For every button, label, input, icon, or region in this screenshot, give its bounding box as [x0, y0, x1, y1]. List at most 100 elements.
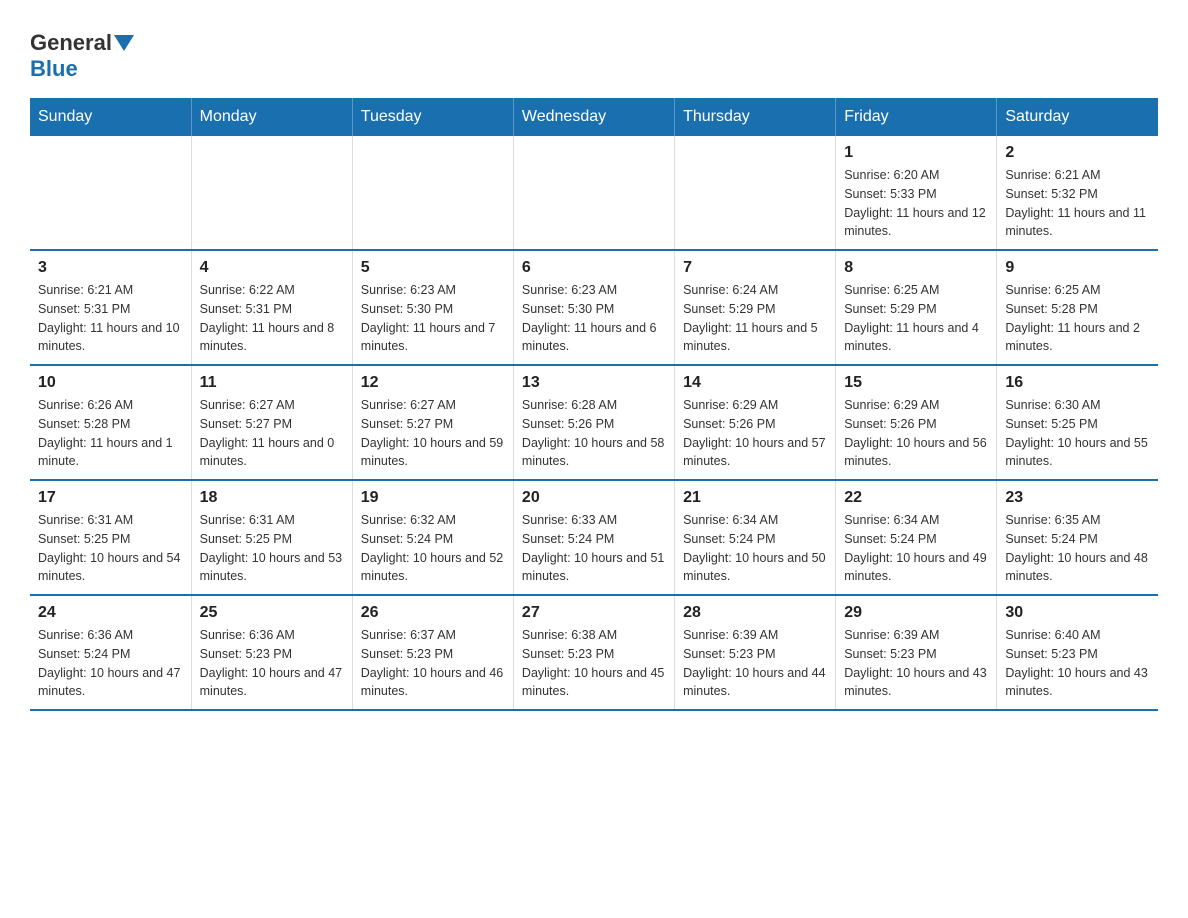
sun-info: Sunrise: 6:38 AMSunset: 5:23 PMDaylight:…	[522, 626, 666, 701]
day-number: 22	[844, 489, 988, 507]
calendar-cell: 13Sunrise: 6:28 AMSunset: 5:26 PMDayligh…	[513, 365, 674, 480]
calendar-cell: 12Sunrise: 6:27 AMSunset: 5:27 PMDayligh…	[352, 365, 513, 480]
calendar-cell	[513, 136, 674, 250]
calendar-cell: 25 Sunrise: 6:36 AMSunset: 5:23 PMDayligh…	[191, 595, 352, 710]
day-number: 5	[361, 259, 505, 277]
header-friday: Friday	[836, 98, 997, 136]
sun-info: Sunrise: 6:34 AMSunset: 5:24 PMDaylight:…	[683, 511, 827, 586]
logo: General Blue	[30, 30, 136, 82]
sun-info: Sunrise: 6:31 AMSunset: 5:25 PMDaylight:…	[38, 511, 183, 586]
sun-info: Sunrise: 6:23 AMSunset: 5:30 PMDaylight:…	[361, 281, 505, 356]
sun-info: Sunrise: 6:37 AMSunset: 5:23 PMDaylight:…	[361, 626, 505, 701]
calendar-cell: 20 Sunrise: 6:33 AMSunset: 5:24 PMDayligh…	[513, 480, 674, 595]
sun-info: Sunrise: 6:22 AMSunset: 5:31 PMDaylight:…	[200, 281, 344, 356]
calendar-cell: 29 Sunrise: 6:39 AMSunset: 5:23 PMDayligh…	[836, 595, 997, 710]
week-row-3: 10 Sunrise: 6:26 AMSunset: 5:28 PMDayligh…	[30, 365, 1158, 480]
day-number: 11	[200, 374, 344, 392]
header-tuesday: Tuesday	[352, 98, 513, 136]
day-number: 12	[361, 374, 505, 392]
calendar-cell: 5 Sunrise: 6:23 AMSunset: 5:30 PMDaylight…	[352, 250, 513, 365]
calendar-cell: 30 Sunrise: 6:40 AMSunset: 5:23 PMDayligh…	[997, 595, 1158, 710]
header-sunday: Sunday	[30, 98, 191, 136]
calendar-cell: 11 Sunrise: 6:27 AMSunset: 5:27 PMDayligh…	[191, 365, 352, 480]
calendar-cell: 22 Sunrise: 6:34 AMSunset: 5:24 PMDayligh…	[836, 480, 997, 595]
day-number: 15	[844, 374, 988, 392]
header: General Blue	[30, 20, 1158, 82]
calendar-cell	[352, 136, 513, 250]
week-row-2: 3Sunrise: 6:21 AMSunset: 5:31 PMDaylight…	[30, 250, 1158, 365]
calendar-cell: 14 Sunrise: 6:29 AMSunset: 5:26 PMDayligh…	[675, 365, 836, 480]
day-number: 16	[1005, 374, 1150, 392]
day-number: 1	[844, 144, 988, 162]
calendar-cell: 26Sunrise: 6:37 AMSunset: 5:23 PMDayligh…	[352, 595, 513, 710]
sun-info: Sunrise: 6:29 AMSunset: 5:26 PMDaylight:…	[683, 396, 827, 471]
calendar-cell: 10 Sunrise: 6:26 AMSunset: 5:28 PMDayligh…	[30, 365, 191, 480]
calendar-cell: 19Sunrise: 6:32 AMSunset: 5:24 PMDayligh…	[352, 480, 513, 595]
sun-info: Sunrise: 6:25 AMSunset: 5:29 PMDaylight:…	[844, 281, 988, 356]
header-wednesday: Wednesday	[513, 98, 674, 136]
day-number: 25	[200, 604, 344, 622]
header-thursday: Thursday	[675, 98, 836, 136]
weekday-header-row: SundayMondayTuesdayWednesdayThursdayFrid…	[30, 98, 1158, 136]
logo-triangle-icon	[114, 31, 136, 53]
calendar-cell: 7 Sunrise: 6:24 AMSunset: 5:29 PMDaylight…	[675, 250, 836, 365]
day-number: 28	[683, 604, 827, 622]
day-number: 21	[683, 489, 827, 507]
calendar-cell: 8 Sunrise: 6:25 AMSunset: 5:29 PMDaylight…	[836, 250, 997, 365]
day-number: 27	[522, 604, 666, 622]
day-number: 14	[683, 374, 827, 392]
calendar-cell: 18Sunrise: 6:31 AMSunset: 5:25 PMDayligh…	[191, 480, 352, 595]
day-number: 24	[38, 604, 183, 622]
calendar-cell: 1 Sunrise: 6:20 AMSunset: 5:33 PMDaylight…	[836, 136, 997, 250]
day-number: 4	[200, 259, 344, 277]
sun-info: Sunrise: 6:25 AMSunset: 5:28 PMDaylight:…	[1005, 281, 1150, 356]
day-number: 13	[522, 374, 666, 392]
day-number: 9	[1005, 259, 1150, 277]
sun-info: Sunrise: 6:32 AMSunset: 5:24 PMDaylight:…	[361, 511, 505, 586]
sun-info: Sunrise: 6:36 AMSunset: 5:24 PMDaylight:…	[38, 626, 183, 701]
day-number: 8	[844, 259, 988, 277]
calendar-cell	[675, 136, 836, 250]
sun-info: Sunrise: 6:21 AMSunset: 5:32 PMDaylight:…	[1005, 166, 1150, 241]
calendar-cell: 2 Sunrise: 6:21 AMSunset: 5:32 PMDaylight…	[997, 136, 1158, 250]
day-number: 20	[522, 489, 666, 507]
sun-info: Sunrise: 6:29 AMSunset: 5:26 PMDaylight:…	[844, 396, 988, 471]
sun-info: Sunrise: 6:24 AMSunset: 5:29 PMDaylight:…	[683, 281, 827, 356]
sun-info: Sunrise: 6:27 AMSunset: 5:27 PMDaylight:…	[200, 396, 344, 471]
day-number: 17	[38, 489, 183, 507]
sun-info: Sunrise: 6:30 AMSunset: 5:25 PMDaylight:…	[1005, 396, 1150, 471]
calendar-cell	[191, 136, 352, 250]
sun-info: Sunrise: 6:39 AMSunset: 5:23 PMDaylight:…	[683, 626, 827, 701]
calendar-cell: 27 Sunrise: 6:38 AMSunset: 5:23 PMDayligh…	[513, 595, 674, 710]
sun-info: Sunrise: 6:33 AMSunset: 5:24 PMDaylight:…	[522, 511, 666, 586]
calendar-cell: 4 Sunrise: 6:22 AMSunset: 5:31 PMDaylight…	[191, 250, 352, 365]
header-saturday: Saturday	[997, 98, 1158, 136]
calendar-cell	[30, 136, 191, 250]
day-number: 7	[683, 259, 827, 277]
day-number: 3	[38, 259, 183, 277]
sun-info: Sunrise: 6:26 AMSunset: 5:28 PMDaylight:…	[38, 396, 183, 471]
sun-info: Sunrise: 6:36 AMSunset: 5:23 PMDaylight:…	[200, 626, 344, 701]
calendar-cell: 3Sunrise: 6:21 AMSunset: 5:31 PMDaylight…	[30, 250, 191, 365]
day-number: 2	[1005, 144, 1150, 162]
calendar-cell: 24 Sunrise: 6:36 AMSunset: 5:24 PMDayligh…	[30, 595, 191, 710]
calendar-cell: 23 Sunrise: 6:35 AMSunset: 5:24 PMDayligh…	[997, 480, 1158, 595]
calendar-cell: 17 Sunrise: 6:31 AMSunset: 5:25 PMDayligh…	[30, 480, 191, 595]
day-number: 23	[1005, 489, 1150, 507]
calendar-cell: 21 Sunrise: 6:34 AMSunset: 5:24 PMDayligh…	[675, 480, 836, 595]
day-number: 30	[1005, 604, 1150, 622]
sun-info: Sunrise: 6:31 AMSunset: 5:25 PMDaylight:…	[200, 511, 344, 586]
day-number: 6	[522, 259, 666, 277]
calendar-table: SundayMondayTuesdayWednesdayThursdayFrid…	[30, 98, 1158, 711]
week-row-5: 24 Sunrise: 6:36 AMSunset: 5:24 PMDayligh…	[30, 595, 1158, 710]
week-row-1: 1 Sunrise: 6:20 AMSunset: 5:33 PMDaylight…	[30, 136, 1158, 250]
sun-info: Sunrise: 6:35 AMSunset: 5:24 PMDaylight:…	[1005, 511, 1150, 586]
day-number: 29	[844, 604, 988, 622]
sun-info: Sunrise: 6:34 AMSunset: 5:24 PMDaylight:…	[844, 511, 988, 586]
day-number: 10	[38, 374, 183, 392]
sun-info: Sunrise: 6:39 AMSunset: 5:23 PMDaylight:…	[844, 626, 988, 701]
sun-info: Sunrise: 6:20 AMSunset: 5:33 PMDaylight:…	[844, 166, 988, 241]
header-monday: Monday	[191, 98, 352, 136]
sun-info: Sunrise: 6:40 AMSunset: 5:23 PMDaylight:…	[1005, 626, 1150, 701]
calendar-cell: 16 Sunrise: 6:30 AMSunset: 5:25 PMDayligh…	[997, 365, 1158, 480]
